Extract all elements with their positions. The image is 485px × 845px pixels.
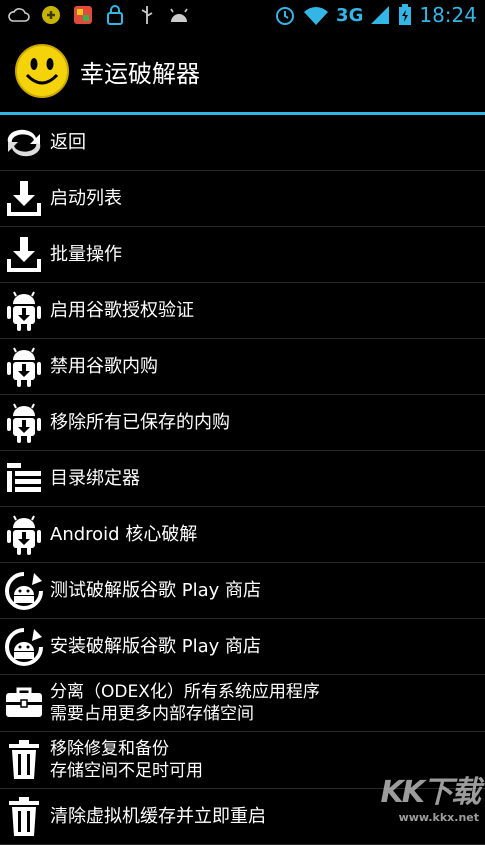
android-download-icon bbox=[2, 345, 46, 389]
menu-item-label: 测试破解版谷歌 Play 商店 bbox=[50, 579, 261, 601]
action-bar: 幸运破解器 bbox=[0, 30, 485, 115]
alarm-icon bbox=[274, 4, 296, 26]
trash-icon bbox=[2, 738, 46, 782]
lock-icon bbox=[104, 4, 126, 26]
menu-item-directory-binder[interactable]: 目录绑定器 bbox=[0, 451, 485, 507]
network-type: 3G bbox=[336, 4, 364, 26]
menu-item-label: 启动列表 bbox=[50, 187, 122, 209]
gallery-icon bbox=[72, 4, 94, 26]
menu-item-sublabel: 需要占用更多内部存储空间 bbox=[50, 704, 254, 724]
menu-item-label: 目录绑定器 bbox=[50, 467, 140, 489]
smiley-app-icon[interactable] bbox=[14, 43, 70, 99]
menu-item-label: 禁用谷歌内购 bbox=[50, 355, 158, 377]
android-download-icon bbox=[2, 401, 46, 445]
menu-item-batch-operations[interactable]: 批量操作 bbox=[0, 227, 485, 283]
menu-item-launch-list[interactable]: 启动列表 bbox=[0, 171, 485, 227]
menu-item-label: 移除所有已保存的内购 bbox=[50, 411, 230, 433]
battery-icon bbox=[397, 4, 413, 26]
signal-icon bbox=[369, 4, 391, 26]
watermark-logo: KK下载 www.kkx.net bbox=[380, 767, 481, 824]
menu-item-label: 清除虚拟机缓存并立即重启 bbox=[50, 805, 266, 827]
back-arrows-icon bbox=[2, 121, 46, 165]
menu-item-label: 批量操作 bbox=[50, 243, 122, 265]
system-indicators: 3G 18:24 bbox=[274, 0, 477, 30]
usb-icon bbox=[136, 4, 158, 26]
android-refresh-icon bbox=[2, 625, 46, 669]
menu-item-label: 移除修复和备份 bbox=[50, 739, 169, 759]
wifi-icon bbox=[302, 4, 330, 26]
android-download-icon bbox=[2, 513, 46, 557]
clock: 18:24 bbox=[419, 3, 477, 27]
menu-item-test-patched-play-store[interactable]: 测试破解版谷歌 Play 商店 bbox=[0, 563, 485, 619]
android-download-icon bbox=[2, 289, 46, 333]
menu-item-install-patched-play-store[interactable]: 安装破解版谷歌 Play 商店 bbox=[0, 619, 485, 675]
menu-item-android-core-patch[interactable]: Android 核心破解 bbox=[0, 507, 485, 563]
menu-item-disable-google-iap[interactable]: 禁用谷歌内购 bbox=[0, 339, 485, 395]
cloud-icon bbox=[8, 4, 30, 26]
android-refresh-icon bbox=[2, 569, 46, 613]
list-bars-icon bbox=[2, 457, 46, 501]
trash-icon bbox=[2, 795, 46, 839]
android-debug-icon bbox=[168, 4, 190, 26]
menu-item-label: 分离（ODEX化）所有系统应用程序 bbox=[50, 682, 320, 702]
menu-item-sublabel: 存储空间不足时可用 bbox=[50, 761, 203, 781]
app-title: 幸运破解器 bbox=[80, 59, 200, 88]
download-tray-icon bbox=[2, 177, 46, 221]
watermark-url: www.kkx.net bbox=[398, 811, 479, 824]
menu-item-enable-google-license[interactable]: 启用谷歌授权验证 bbox=[0, 283, 485, 339]
notification-icons bbox=[0, 4, 190, 26]
status-bar: 3G 18:24 bbox=[0, 0, 485, 30]
menu-item-label: Android 核心破解 bbox=[50, 523, 198, 545]
menu-item-odex-system-apps[interactable]: 分离（ODEX化）所有系统应用程序 需要占用更多内部存储空间 bbox=[0, 675, 485, 732]
menu-list: 返回 启动列表 批量操作 启用谷歌授权验证 禁用谷歌内购 移除所有已保存的内购 bbox=[0, 115, 485, 845]
app-notify-icon bbox=[40, 4, 62, 26]
toolbox-icon bbox=[2, 681, 46, 725]
menu-item-label: 安装破解版谷歌 Play 商店 bbox=[50, 635, 261, 657]
download-tray-icon bbox=[2, 233, 46, 277]
menu-item-back[interactable]: 返回 bbox=[0, 115, 485, 171]
menu-item-remove-saved-iap[interactable]: 移除所有已保存的内购 bbox=[0, 395, 485, 451]
menu-item-label: 启用谷歌授权验证 bbox=[50, 299, 194, 321]
watermark-text: KK下载 bbox=[380, 775, 481, 810]
menu-item-label: 返回 bbox=[50, 131, 86, 153]
